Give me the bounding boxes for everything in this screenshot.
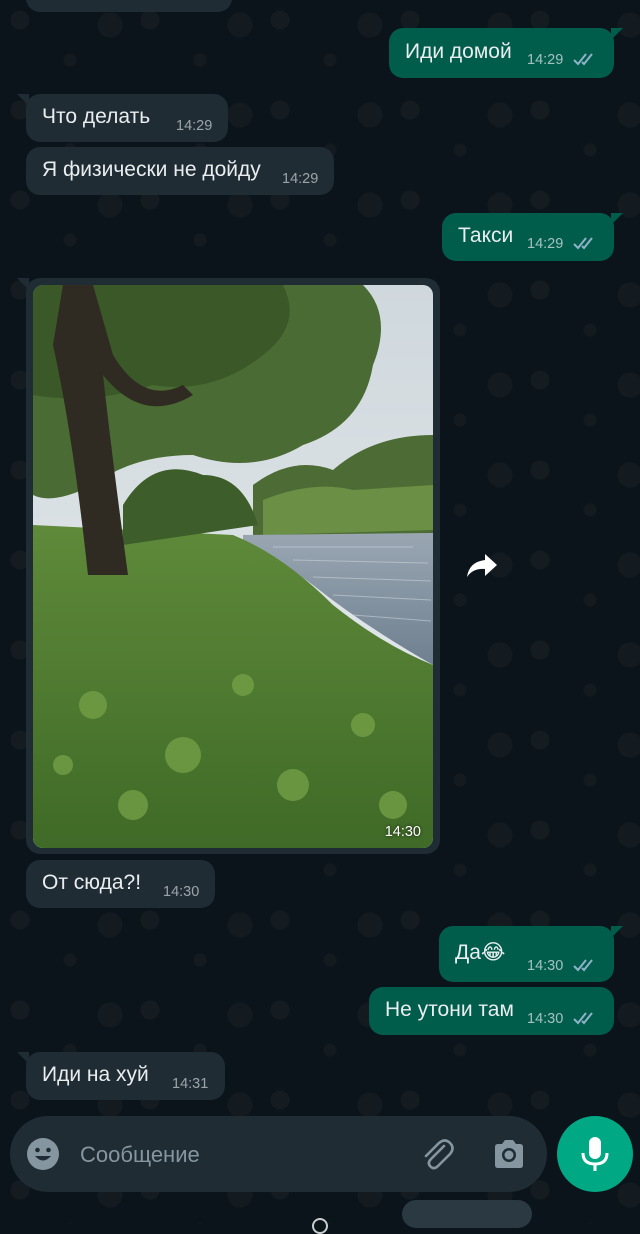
home-button-icon[interactable]: [312, 1218, 328, 1234]
message-incoming[interactable]: Я физически не дойду 14:29: [26, 147, 334, 195]
emoji-icon: [27, 1138, 59, 1170]
message-composer: [10, 1116, 547, 1192]
attach-button[interactable]: [418, 1135, 456, 1173]
message-time: 14:29: [176, 118, 213, 134]
bubble-tail: [17, 1052, 29, 1064]
mic-icon: [581, 1137, 609, 1171]
message-outgoing[interactable]: Такси 14:29: [442, 213, 623, 261]
message-incoming[interactable]: От сюда?! 14:30: [26, 860, 215, 908]
camera-button[interactable]: [490, 1135, 528, 1173]
bubble-tail: [17, 94, 29, 106]
photo-image[interactable]: 14:30: [33, 285, 433, 848]
message-time: 14:30: [527, 1011, 564, 1027]
message-incoming[interactable]: Что делать 14:29: [17, 94, 228, 142]
read-ticks-icon: [573, 1012, 593, 1025]
attach-icon: [424, 1139, 454, 1170]
message-time: 14:30: [527, 958, 564, 974]
message-outgoing[interactable]: Да😂 14:30: [439, 926, 623, 982]
forward-icon: [467, 554, 497, 577]
message-time: 14:31: [172, 1076, 209, 1092]
message-text: От сюда?!: [42, 871, 142, 894]
message-outgoing[interactable]: Иди домой 14:29: [389, 28, 623, 78]
message-time: 14:29: [527, 52, 564, 68]
message-text: Иди на хуй: [42, 1063, 149, 1086]
message-incoming[interactable]: Иди на хуй 14:31: [17, 1052, 225, 1100]
camera-icon: [495, 1140, 523, 1168]
read-ticks-icon: [573, 53, 593, 66]
photo-time: 14:30: [384, 824, 421, 840]
emoji-button[interactable]: [24, 1135, 62, 1173]
bubble-tail: [611, 213, 623, 225]
message-photo[interactable]: 14:30: [17, 278, 440, 854]
message-time: 14:29: [282, 171, 319, 187]
message-text: Иди домой: [405, 40, 512, 63]
message-text: Такси: [458, 224, 514, 247]
message-text: Я физически не дойду: [42, 158, 261, 181]
message-time: 14:30: [163, 884, 200, 900]
message-text: Что делать: [42, 105, 151, 128]
message-text: Не утони там: [385, 998, 514, 1021]
message-time: 14:29: [527, 236, 564, 252]
river-landscape-image: [33, 285, 433, 848]
voice-record-button[interactable]: [557, 1116, 633, 1192]
message-text: Да😂: [455, 941, 506, 964]
message-outgoing[interactable]: Не утони там 14:30: [369, 987, 614, 1035]
read-ticks-icon: [573, 959, 593, 972]
bubble-tail: [611, 926, 623, 938]
bubble-tail: [17, 278, 29, 290]
message-input[interactable]: [78, 1134, 402, 1176]
bubble-tail: [611, 28, 623, 40]
read-ticks-icon: [573, 237, 593, 250]
message-partial-incoming: [26, 0, 232, 12]
forward-button[interactable]: [460, 544, 504, 588]
